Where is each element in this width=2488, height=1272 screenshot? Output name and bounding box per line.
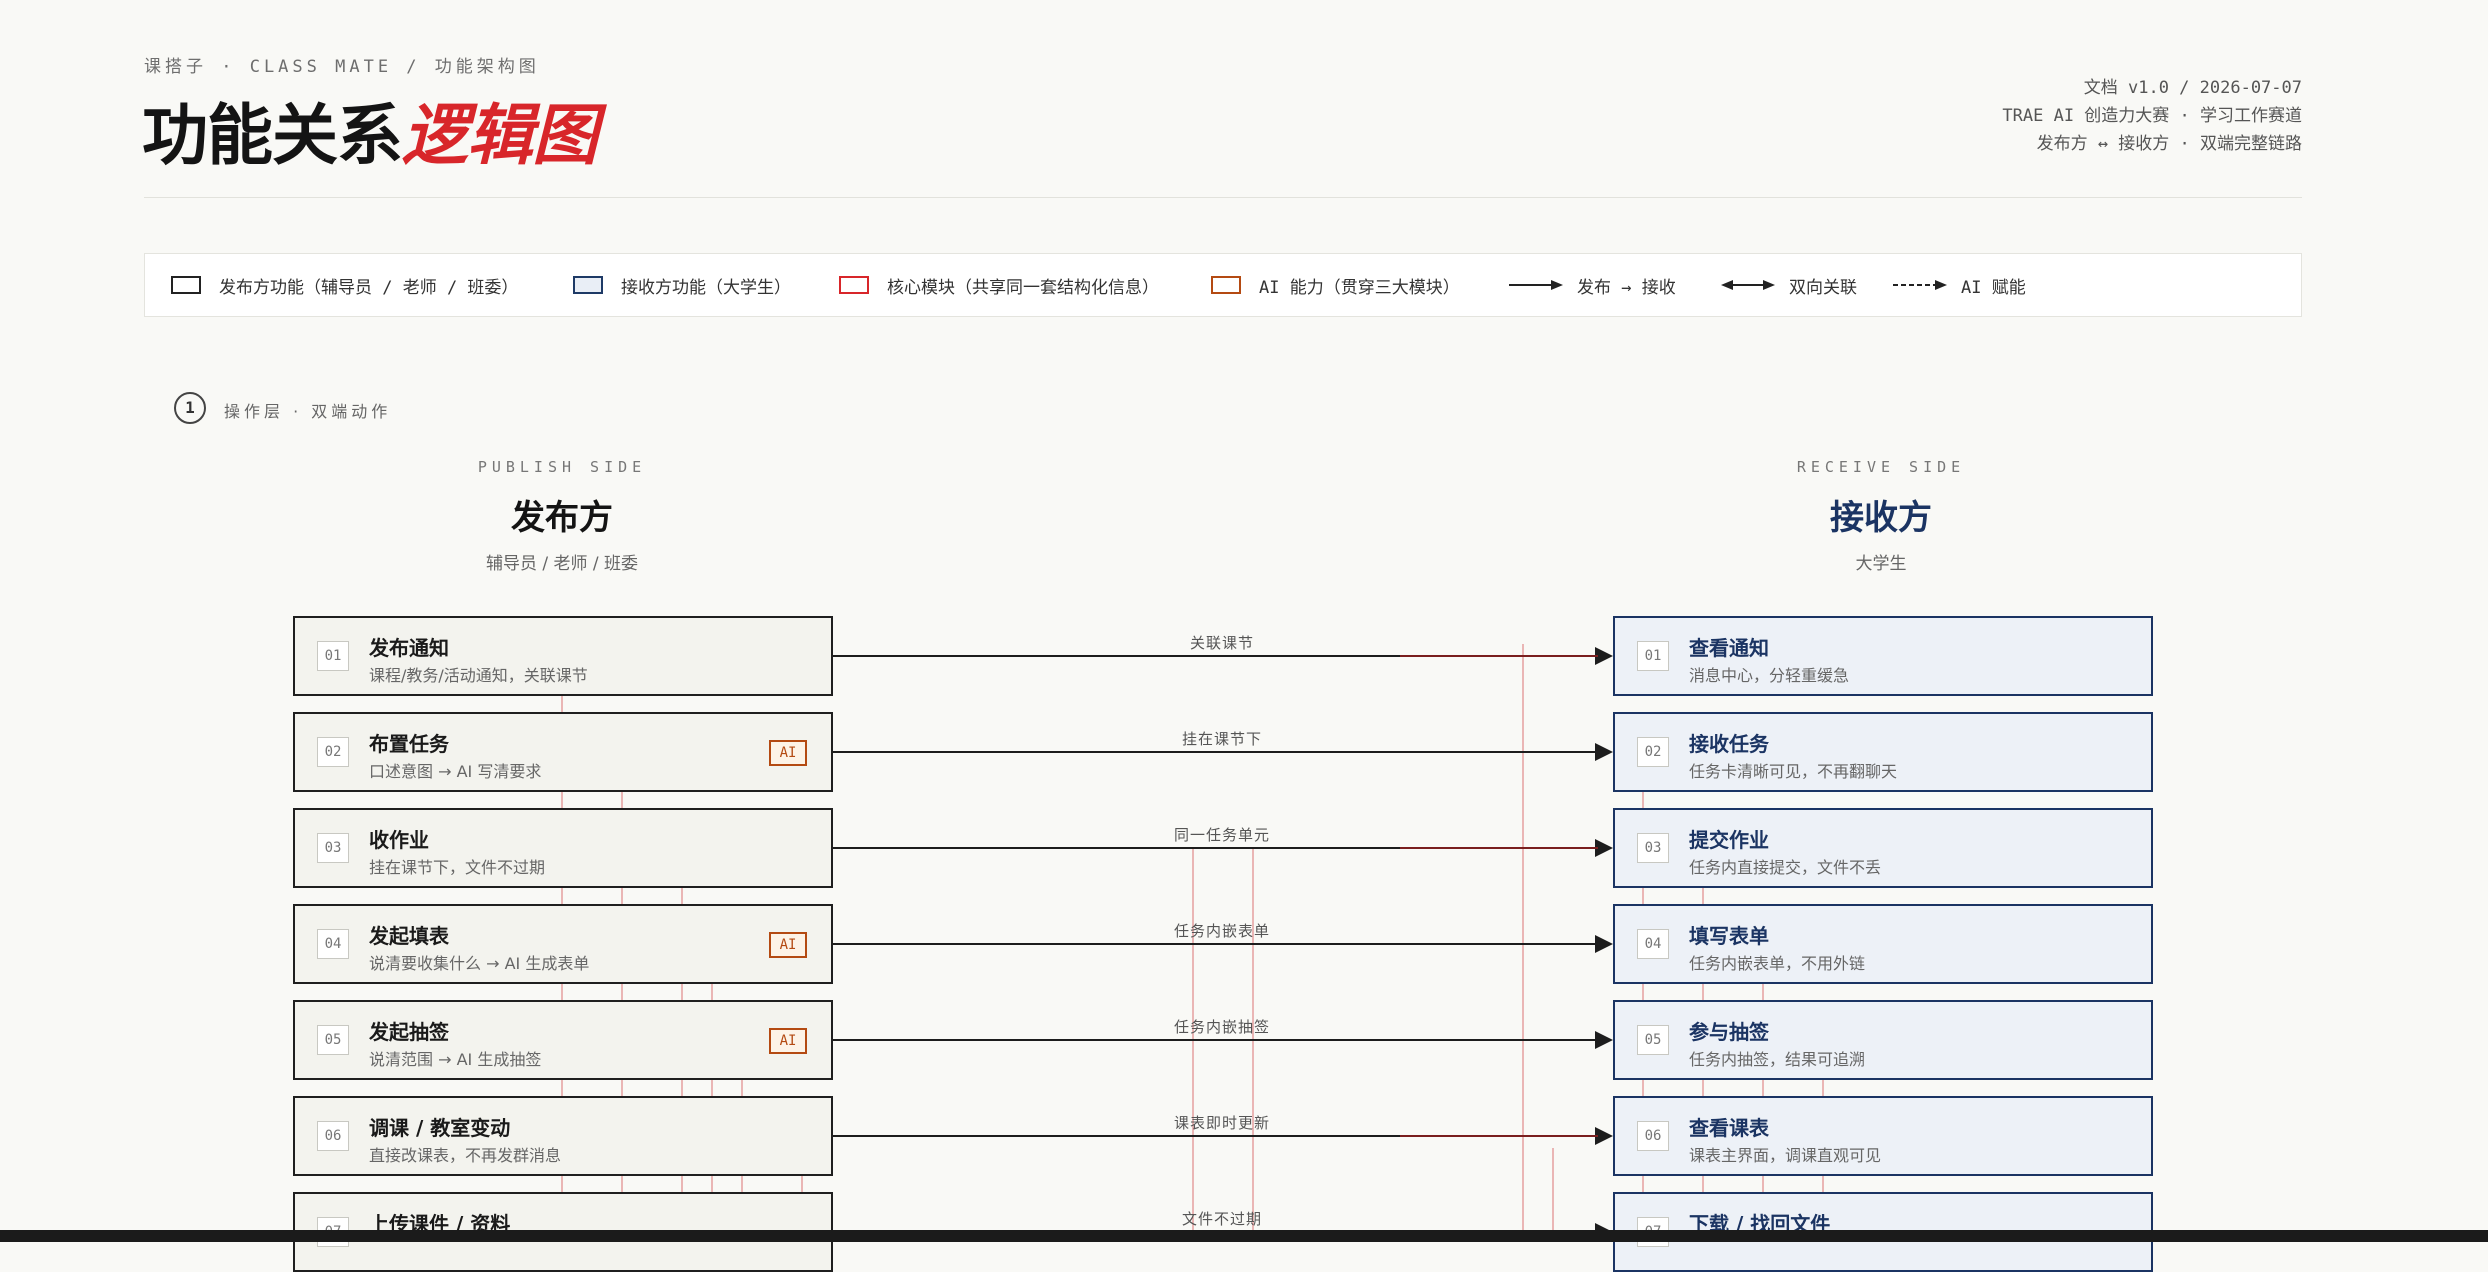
card-number: 06 <box>1637 1121 1669 1151</box>
receiver-card[interactable]: 04 填写表单 任务内嵌表单，不用外链 <box>1613 904 2153 984</box>
link-label: 课表即时更新 <box>1173 1114 1270 1132</box>
card-number: 03 <box>317 833 349 863</box>
card-number: 04 <box>1637 929 1669 959</box>
ai-badge: AI <box>769 740 807 766</box>
ai-badge: AI <box>769 1028 807 1054</box>
card-desc: 说清要收集什么 → AI 生成表单 <box>369 954 590 973</box>
link-label: 任务内嵌表单 <box>1173 922 1270 940</box>
card-desc: 挂在课节下，文件不过期 <box>369 858 546 877</box>
receiver-card[interactable]: 05 参与抽签 任务内抽签，结果可追溯 <box>1613 1000 2153 1080</box>
card-number: 04 <box>317 929 349 959</box>
card-title: 发起填表 <box>369 924 449 948</box>
arrow-head-icon <box>1595 1031 1613 1049</box>
publisher-card[interactable]: 05 发起抽签 说清范围 → AI 生成抽签 AI <box>293 1000 833 1080</box>
link-label: 关联课节 <box>1189 634 1254 652</box>
receiver-card[interactable]: 06 查看课表 课表主界面，调课直观可见 <box>1613 1096 2153 1176</box>
ai-badge: AI <box>769 932 807 958</box>
card-desc: 口述意图 → AI 写清要求 <box>369 762 542 781</box>
link-label: 同一任务单元 <box>1173 826 1270 844</box>
card-title: 发起抽签 <box>369 1020 449 1044</box>
card-number: 06 <box>317 1121 349 1151</box>
card-number: 05 <box>1637 1025 1669 1055</box>
arrow-head-icon <box>1595 743 1613 761</box>
card-desc: 任务内抽签，结果可追溯 <box>1689 1050 1866 1069</box>
link-label: 挂在课节下 <box>1181 730 1262 748</box>
card-number: 02 <box>317 737 349 767</box>
card-title: 收作业 <box>369 828 429 852</box>
card-desc: 课程/教务/活动通知，关联课节 <box>369 666 588 685</box>
card-desc: 课表主界面，调课直观可见 <box>1689 1146 1882 1165</box>
card-title: 发布通知 <box>369 636 449 660</box>
publisher-card[interactable]: 06 调课 / 教室变动 直接改课表，不再发群消息 <box>293 1096 833 1176</box>
card-number: 03 <box>1637 833 1669 863</box>
receiver-card[interactable]: 03 提交作业 任务内直接提交，文件不丢 <box>1613 808 2153 888</box>
bottom-bar <box>0 1230 2488 1242</box>
card-desc: 任务内嵌表单，不用外链 <box>1689 954 1866 973</box>
card-title: 参与抽签 <box>1689 1020 1769 1044</box>
card-number: 05 <box>317 1025 349 1055</box>
card-number: 01 <box>317 641 349 671</box>
publisher-card[interactable]: 01 发布通知 课程/教务/活动通知，关联课节 <box>293 616 833 696</box>
link-label: 文件不过期 <box>1181 1210 1262 1228</box>
card-title: 接收任务 <box>1689 732 1769 756</box>
card-number: 02 <box>1637 737 1669 767</box>
card-desc: 任务内直接提交，文件不丢 <box>1689 858 1882 877</box>
link-label: 任务内嵌抽签 <box>1173 1018 1270 1036</box>
card-title: 提交作业 <box>1689 828 1769 852</box>
card-title: 查看课表 <box>1689 1116 1769 1140</box>
receiver-card[interactable]: 01 查看通知 消息中心，分轻重缓急 <box>1613 616 2153 696</box>
card-desc: 任务卡清晰可见，不再翻聊天 <box>1689 762 1898 781</box>
card-desc: 消息中心，分轻重缓急 <box>1689 666 1850 685</box>
arrow-head-icon <box>1595 935 1613 953</box>
publisher-card[interactable]: 04 发起填表 说清要收集什么 → AI 生成表单 AI <box>293 904 833 984</box>
card-desc: 说清范围 → AI 生成抽签 <box>369 1050 542 1069</box>
card-desc: 直接改课表，不再发群消息 <box>369 1146 562 1165</box>
publisher-card[interactable]: 03 收作业 挂在课节下，文件不过期 <box>293 808 833 888</box>
publisher-card[interactable]: 02 布置任务 口述意图 → AI 写清要求 AI <box>293 712 833 792</box>
card-title: 调课 / 教室变动 <box>369 1116 511 1140</box>
card-title: 填写表单 <box>1689 924 1769 948</box>
card-number: 01 <box>1637 641 1669 671</box>
card-title: 查看通知 <box>1689 636 1769 660</box>
card-title: 布置任务 <box>369 732 449 756</box>
receiver-card[interactable]: 02 接收任务 任务卡清晰可见，不再翻聊天 <box>1613 712 2153 792</box>
